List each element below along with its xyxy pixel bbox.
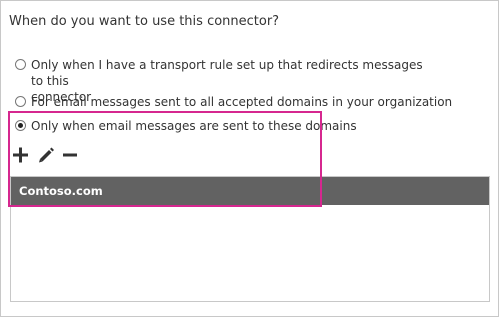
radio-specific-domains[interactable]: [15, 120, 26, 131]
plus-icon: [13, 147, 28, 163]
option-all-accepted-domains[interactable]: For email messages sent to all accepted …: [15, 94, 455, 110]
option-specific-domains[interactable]: Only when email messages are sent to the…: [15, 118, 455, 134]
pencil-icon: [39, 147, 54, 163]
minus-icon: [63, 153, 77, 157]
section-heading: When do you want to use this connector?: [9, 14, 280, 29]
connector-dialog: When do you want to use this connector? …: [0, 0, 499, 317]
option-all-accepted-domains-label: For email messages sent to all accepted …: [31, 95, 453, 109]
domain-list[interactable]: Contoso.com: [10, 176, 490, 302]
radio-all-accepted-domains[interactable]: [15, 96, 26, 107]
add-domain-button[interactable]: [12, 146, 30, 164]
domain-list-item[interactable]: Contoso.com: [11, 177, 489, 205]
remove-domain-button[interactable]: [62, 146, 80, 164]
edit-domain-button[interactable]: [37, 146, 55, 164]
option-specific-domains-label: Only when email messages are sent to the…: [31, 119, 357, 133]
radio-transport-rule[interactable]: [15, 59, 26, 70]
option-transport-rule-label-line1: Only when I have a transport rule set up…: [31, 58, 423, 88]
